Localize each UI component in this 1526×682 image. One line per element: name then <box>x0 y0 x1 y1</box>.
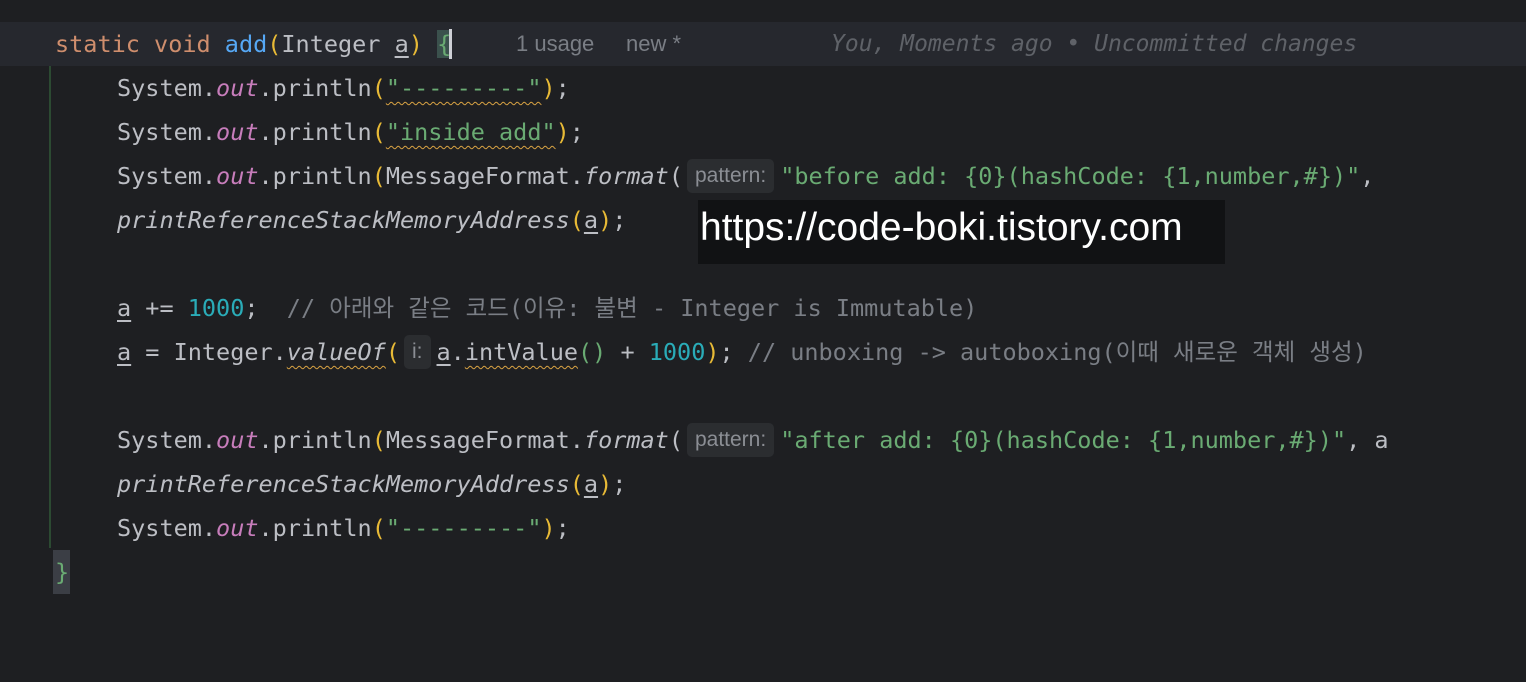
string-literal: "---------" <box>385 514 542 542</box>
code-token: MessageFormat. <box>385 426 584 454</box>
usage-hint[interactable]: 1 usage <box>516 22 594 66</box>
code-token: .println <box>258 118 372 146</box>
code-line[interactable]: System.out.println("---------"); <box>0 506 1526 550</box>
method-call: printReferenceStackMemoryAddress <box>117 206 570 234</box>
paren: ) <box>541 514 556 542</box>
code-line[interactable]: System.out.println("inside add"); <box>0 110 1526 154</box>
semicolon: ; <box>555 74 570 102</box>
code-token: System. <box>117 74 217 102</box>
code-token: , <box>1360 162 1375 190</box>
code-line[interactable]: printReferenceStackMemoryAddress(a); <box>0 462 1526 506</box>
static-field-out: out <box>216 514 259 542</box>
static-field-out: out <box>216 162 259 190</box>
string-literal: "before add: {0}(hashCode: {1,number,#})… <box>780 162 1361 190</box>
semicolon: ; <box>719 338 748 366</box>
number-literal: 1000 <box>648 338 706 366</box>
code-line-method-signature[interactable]: static void add(Integer a) { 1 usage new… <box>0 22 1526 66</box>
string-literal: "---------" <box>385 74 542 102</box>
parameter-name-hint: i: <box>404 334 431 369</box>
param-reference: a <box>117 294 132 322</box>
code-token: System. <box>117 118 217 146</box>
method-intvalue: intValue <box>464 338 578 366</box>
code-line[interactable]: System.out.println("---------"); <box>0 66 1526 110</box>
paren: ( <box>385 338 400 366</box>
number-literal: 1000 <box>187 294 245 322</box>
param-type[interactable]: Integer <box>281 30 380 58</box>
method-signature: static void add(Integer a) { <box>55 22 453 66</box>
paren: ( <box>569 470 584 498</box>
semicolon: ; <box>244 294 287 322</box>
parameter-name-hint: pattern: <box>686 158 775 193</box>
parameter-name-hint: pattern: <box>686 422 775 457</box>
text-caret <box>449 28 453 59</box>
code-line[interactable]: System.out.println(MessageFormat.format(… <box>0 154 1526 198</box>
semicolon: ; <box>569 118 584 146</box>
keyword-static: static <box>55 30 140 58</box>
code-token: , a <box>1346 426 1389 454</box>
paren: ) <box>705 338 720 366</box>
operator: += <box>131 294 188 322</box>
param-name[interactable]: a <box>395 30 409 58</box>
code-token: .println <box>258 426 372 454</box>
paren: ( <box>371 118 386 146</box>
code-token: MessageFormat. <box>385 162 584 190</box>
keyword-void: void <box>154 30 211 58</box>
line-comment: // 아래와 같은 코드(이유: 불변 - Integer is Immutab… <box>286 294 978 322</box>
paren: ) <box>598 206 613 234</box>
code-token: .println <box>258 74 372 102</box>
paren: ( <box>371 426 386 454</box>
string-literal: "after add: {0}(hashCode: {1,number,#})" <box>780 426 1347 454</box>
paren: ( <box>371 162 386 190</box>
code-line[interactable]: a = Integer.valueOf(i: a.intValue() + 100… <box>0 330 1526 374</box>
paren: ) <box>555 118 570 146</box>
semicolon: ; <box>612 470 627 498</box>
static-field-out: out <box>216 74 259 102</box>
code-token: = Integer. <box>131 338 287 366</box>
code-editor[interactable]: static void add(Integer a) { 1 usage new… <box>0 0 1526 594</box>
code-token: System. <box>117 426 217 454</box>
code-line[interactable]: a += 1000; // 아래와 같은 코드(이유: 불변 - Integer… <box>0 286 1526 330</box>
static-method-format: format <box>583 426 669 454</box>
close-brace: } <box>55 558 70 586</box>
operator: + <box>606 338 649 366</box>
static-field-out: out <box>216 426 259 454</box>
semicolon: ; <box>555 514 570 542</box>
paren: ( <box>371 514 386 542</box>
param-reference: a <box>583 206 599 234</box>
static-method-valueof: valueOf <box>286 338 386 366</box>
paren: ) <box>541 74 556 102</box>
line-comment: // unboxing -> autoboxing(이때 새로운 객체 생성) <box>747 338 1367 366</box>
code-line[interactable]: System.out.println(MessageFormat.format(… <box>0 418 1526 462</box>
paren: ( <box>668 162 683 190</box>
string-literal: "inside add" <box>385 118 556 146</box>
param-reference: a <box>117 338 132 366</box>
code-line-blank[interactable] <box>0 374 1526 418</box>
paren: ( <box>668 426 683 454</box>
method-name[interactable]: add <box>225 30 267 58</box>
param-reference: a <box>436 338 451 366</box>
paren: () <box>578 338 607 366</box>
code-line-closing-brace[interactable]: } <box>0 550 1526 594</box>
code-token: .println <box>258 162 372 190</box>
open-paren: ( <box>267 30 282 58</box>
close-paren: ) <box>408 30 423 58</box>
paren: ( <box>371 74 386 102</box>
code-token: . <box>450 338 465 366</box>
static-field-out: out <box>216 118 259 146</box>
paren: ( <box>569 206 584 234</box>
code-token: System. <box>117 162 217 190</box>
param-reference: a <box>583 470 599 498</box>
code-token: System. <box>117 514 217 542</box>
method-call: printReferenceStackMemoryAddress <box>117 470 570 498</box>
watermark-url: https://code-boki.tistory.com <box>698 200 1225 264</box>
paren: ) <box>598 470 613 498</box>
git-blame-annotation: You, Moments ago • Uncommitted changes <box>831 31 1358 57</box>
code-token: .println <box>258 514 372 542</box>
static-method-format: format <box>583 162 669 190</box>
author-hint[interactable]: new * <box>626 22 681 66</box>
semicolon: ; <box>612 206 627 234</box>
